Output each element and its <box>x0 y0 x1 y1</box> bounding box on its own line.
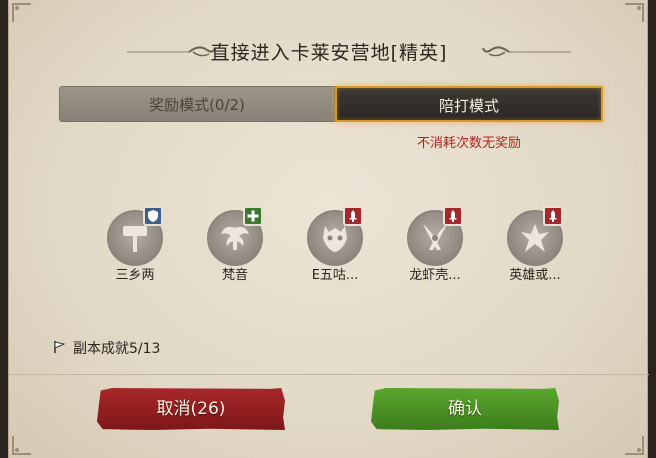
healer-role-badge <box>243 206 263 226</box>
member-name: 英雄或... <box>509 268 561 283</box>
party-member[interactable]: 三乡两 <box>95 206 175 286</box>
sword-icon <box>449 210 457 222</box>
member-name: 龙虾壳... <box>409 268 461 283</box>
member-name: 三乡两 <box>115 268 155 283</box>
corner-ornament-icon <box>625 436 644 455</box>
tab-escort-mode[interactable]: 陪打模式 <box>335 86 603 122</box>
corner-ornament-icon <box>12 436 31 455</box>
party-member[interactable]: 梵音 <box>195 206 275 286</box>
sword-icon <box>549 210 557 222</box>
corner-ornament-icon <box>625 3 644 22</box>
dps-role-badge <box>443 206 463 226</box>
flag-icon <box>54 341 66 353</box>
dialog-panel: 直接进入卡莱安营地[精英] 奖励模式(0/2) 陪打模式 不消耗次数无奖励 三乡… <box>8 0 649 458</box>
party-members: 三乡两 梵音 E五咕... 龙虾壳... 英雄或... <box>9 206 649 286</box>
title-row: 直接进入卡莱安营地[精英] <box>9 36 649 66</box>
shield-icon <box>148 210 158 222</box>
plus-icon <box>247 210 259 222</box>
escort-mode-note: 不消耗次数无奖励 <box>416 136 521 151</box>
party-member[interactable]: E五咕... <box>295 206 375 286</box>
tank-role-badge <box>143 206 163 226</box>
divider <box>9 374 649 375</box>
corner-ornament-icon <box>12 3 31 22</box>
member-name: 梵音 <box>221 268 248 283</box>
dps-role-badge <box>343 206 363 226</box>
cancel-button[interactable]: 取消(26) <box>97 388 285 430</box>
confirm-button[interactable]: 确认 <box>371 388 559 430</box>
dps-role-badge <box>543 206 563 226</box>
member-name: E五咕... <box>311 268 359 283</box>
party-member[interactable]: 龙虾壳... <box>395 206 475 286</box>
sword-icon <box>349 210 357 222</box>
title-ornament-right-icon <box>482 46 571 57</box>
party-member[interactable]: 英雄或... <box>495 206 575 286</box>
tab-reward-mode[interactable]: 奖励模式(0/2) <box>59 86 335 122</box>
achievement-text: 副本成就5/13 <box>73 341 161 357</box>
